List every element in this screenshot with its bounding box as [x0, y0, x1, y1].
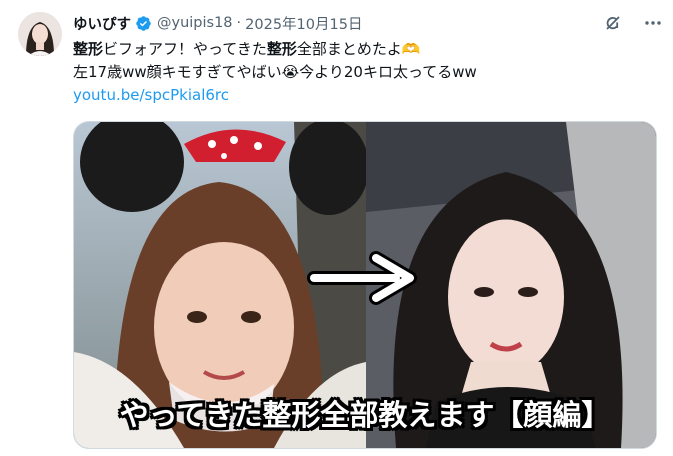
bold-keyword: 整形 — [73, 40, 104, 58]
tweet-line-1-part: ビフォアフ！やってきた — [103, 40, 267, 58]
tweet-link[interactable]: youtu.be/spcPkial6rc — [73, 84, 653, 107]
author-name[interactable]: ゆいぴす — [73, 13, 131, 34]
tweet-header: ゆいぴす @yuipis18 · 2025年10月15日 — [73, 13, 362, 33]
right-arrow-icon — [307, 251, 417, 305]
avatar-image — [18, 12, 62, 56]
tweet-line-1-part: 全部まとめたよ🫶 — [296, 40, 421, 58]
tweet-media[interactable]: やってきた整形全部教えます【顔編】 — [73, 121, 657, 449]
header-actions — [602, 12, 664, 34]
tweet-line-2: 左17歳ww顔キモすぎてやばい😭今より20キロ太ってるww — [73, 63, 477, 81]
tweet-date[interactable]: 2025年10月15日 — [245, 13, 362, 34]
bold-keyword: 整形 — [266, 40, 297, 58]
tweet-line-1: 整形ビフォアフ！やってきた整形全部まとめたよ🫶 — [73, 38, 653, 61]
avatar[interactable] — [18, 12, 62, 56]
verified-badge-icon — [136, 15, 151, 31]
author-handle[interactable]: @yuipis18 — [157, 15, 233, 31]
media-caption: やってきた整形全部教えます【顔編】 — [119, 398, 611, 432]
tweet-text: 整形ビフォアフ！やってきた整形全部まとめたよ🫶 左17歳ww顔キモすぎてやばい😭… — [73, 38, 653, 107]
tweet-card[interactable]: ゆいぴす @yuipis18 · 2025年10月15日 整形ビフォアフ！やって… — [0, 0, 673, 456]
more-options-icon[interactable] — [642, 12, 664, 34]
grok-icon[interactable] — [602, 12, 624, 34]
meta-separator: · — [236, 15, 242, 31]
